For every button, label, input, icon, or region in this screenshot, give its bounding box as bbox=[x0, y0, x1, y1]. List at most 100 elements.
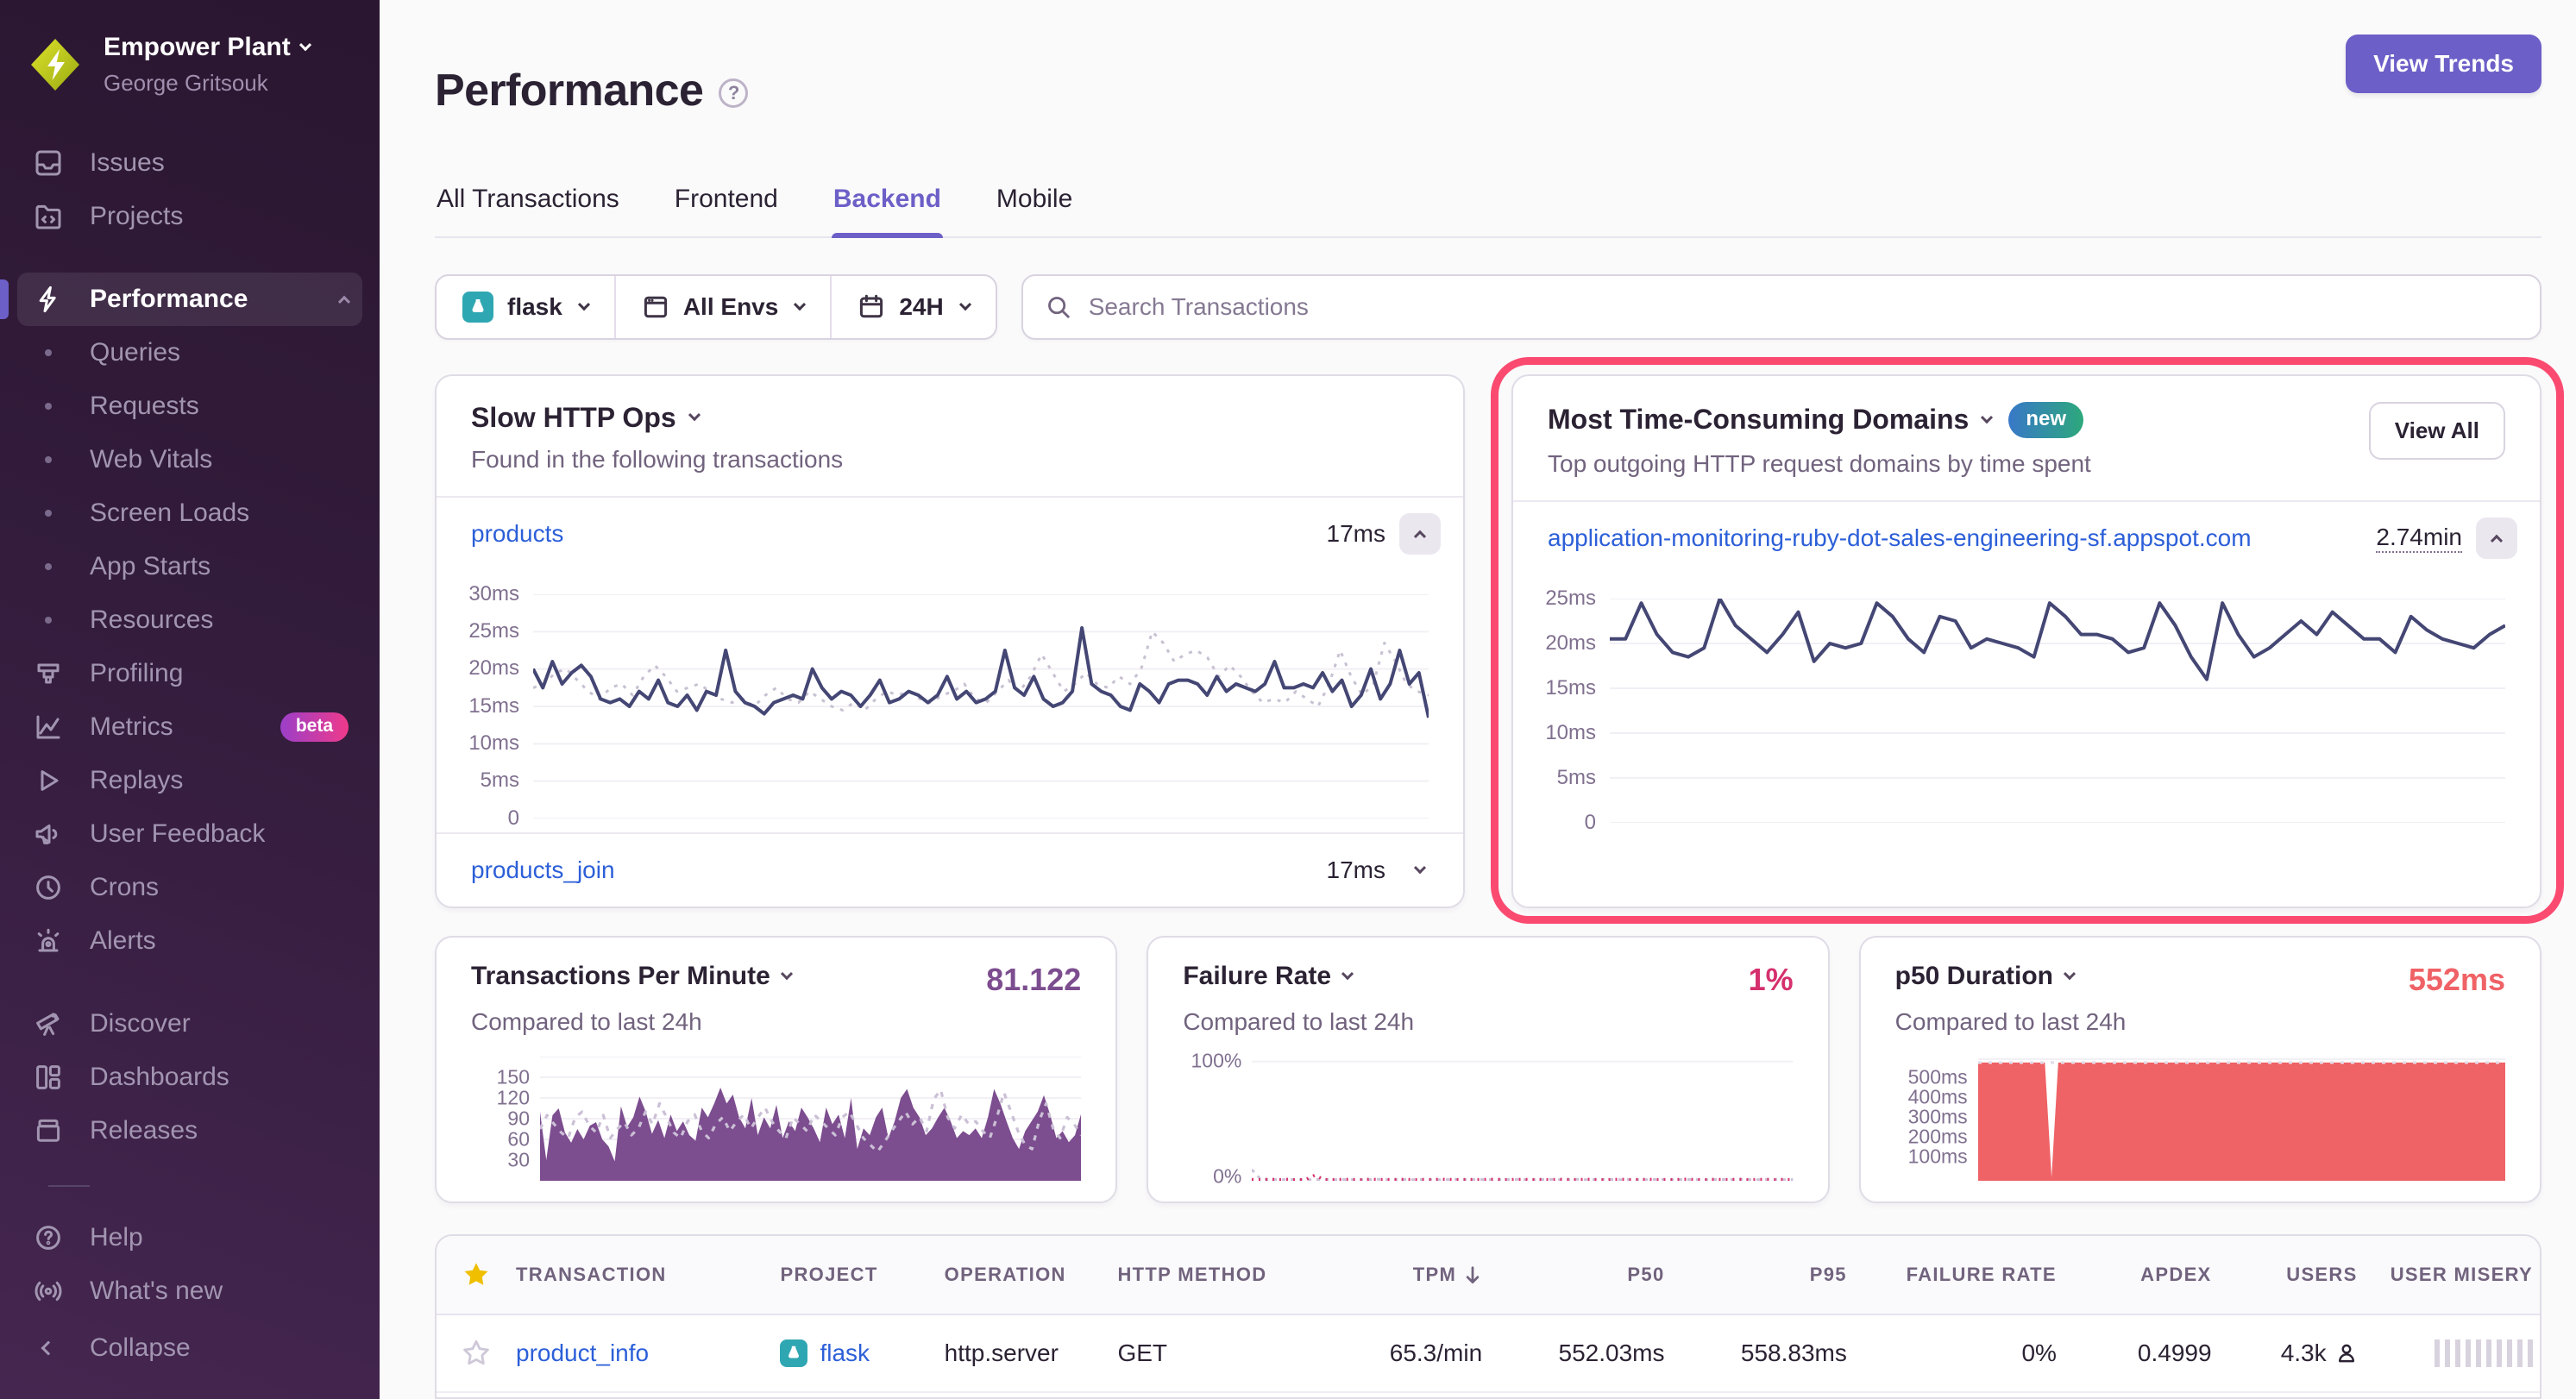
sidebar-item-issues[interactable]: Issues bbox=[17, 136, 362, 190]
products-join-link[interactable]: products_join bbox=[471, 856, 1306, 884]
performance-lightning-icon bbox=[31, 282, 66, 317]
empower-plant-logo bbox=[24, 34, 86, 96]
sidebar-item-resources[interactable]: Resources bbox=[17, 593, 362, 647]
sidebar-item-app-starts[interactable]: App Starts bbox=[17, 540, 362, 593]
column-failure-rate[interactable]: Failure Rate bbox=[1847, 1264, 2057, 1286]
column-p95[interactable]: P95 bbox=[1665, 1264, 1847, 1286]
collapse-row-button[interactable] bbox=[2476, 518, 2517, 559]
replays-play-icon bbox=[31, 763, 66, 798]
tab-frontend[interactable]: Frontend bbox=[673, 174, 780, 236]
sidebar-item-metrics[interactable]: Metrics beta bbox=[17, 700, 362, 754]
transaction-link[interactable]: product_info bbox=[516, 1339, 649, 1367]
sidebar-item-projects[interactable]: Projects bbox=[17, 190, 362, 243]
starred-column-icon[interactable] bbox=[437, 1260, 516, 1289]
org-name: Empower Plant bbox=[104, 31, 310, 64]
sidebar-item-whats-new[interactable]: What's new bbox=[17, 1264, 362, 1318]
org-switcher[interactable]: Empower Plant George Gritsouk bbox=[0, 24, 380, 109]
sidebar-item-crons[interactable]: Crons bbox=[17, 861, 362, 914]
sidebar-item-web-vitals[interactable]: Web Vitals bbox=[17, 433, 362, 486]
help-icon[interactable] bbox=[719, 78, 748, 108]
chevron-down-icon bbox=[781, 968, 793, 980]
domain-row: application-monitoring-ruby-dot-sales-en… bbox=[1513, 502, 2540, 574]
column-p50[interactable]: P50 bbox=[1482, 1264, 1664, 1286]
view-trends-button[interactable]: View Trends bbox=[2346, 35, 2541, 93]
calendar-icon bbox=[858, 293, 885, 321]
sidebar-item-label: Discover bbox=[90, 1009, 191, 1038]
sidebar-item-dashboards[interactable]: Dashboards bbox=[17, 1051, 362, 1104]
p50-cell: 552.03ms bbox=[1482, 1339, 1664, 1367]
collapse-row-button[interactable] bbox=[1399, 513, 1441, 555]
sidebar-item-label: Web Vitals bbox=[90, 445, 212, 474]
sidebar-item-profiling[interactable]: Profiling bbox=[17, 647, 362, 700]
transaction-row-products-join: products_join 17ms bbox=[437, 834, 1463, 907]
project-filter-value: flask bbox=[507, 293, 562, 321]
sidebar-item-label: Performance bbox=[90, 285, 248, 314]
transaction-row-products: products 17ms bbox=[437, 498, 1463, 570]
column-http-method[interactable]: HTTP Method bbox=[1117, 1264, 1309, 1286]
column-transaction[interactable]: Transaction bbox=[516, 1264, 780, 1286]
project-filter[interactable]: flask bbox=[437, 276, 614, 338]
bullet-icon bbox=[31, 349, 66, 356]
column-tpm[interactable]: TPM bbox=[1309, 1264, 1482, 1286]
products-link[interactable]: products bbox=[471, 520, 1306, 548]
tab-all-transactions[interactable]: All Transactions bbox=[435, 174, 621, 236]
help-circle-icon bbox=[31, 1220, 66, 1255]
chevron-down-icon bbox=[959, 298, 971, 311]
projects-icon bbox=[31, 199, 66, 234]
failure-rate-card: Failure Rate 1% Compared to last 24h 100… bbox=[1147, 936, 1829, 1203]
failure-rate-subtitle: Compared to last 24h bbox=[1183, 1008, 1793, 1036]
most-time-consuming-domains-panel: Most Time-Consuming Domains new Top outg… bbox=[1511, 374, 2541, 908]
sidebar-item-user-feedback[interactable]: User Feedback bbox=[17, 807, 362, 861]
y-axis: 100%0% bbox=[1183, 1057, 1252, 1181]
bullet-icon bbox=[31, 403, 66, 410]
org-user: George Gritsouk bbox=[104, 70, 268, 96]
domain-link[interactable]: application-monitoring-ruby-dot-sales-en… bbox=[1548, 524, 2355, 552]
sidebar-item-requests[interactable]: Requests bbox=[17, 380, 362, 433]
tab-mobile[interactable]: Mobile bbox=[995, 174, 1074, 236]
column-users[interactable]: Users bbox=[2212, 1264, 2358, 1286]
tpm-chart: 150120906030 bbox=[471, 1057, 1081, 1181]
bullet-icon bbox=[31, 510, 66, 517]
sidebar-item-label: Screen Loads bbox=[90, 499, 249, 528]
search-input[interactable] bbox=[1085, 292, 2517, 323]
search-transactions-box bbox=[1021, 274, 2541, 340]
active-accent-bar bbox=[0, 279, 9, 319]
view-all-button[interactable]: View All bbox=[2369, 402, 2505, 460]
star-toggle[interactable] bbox=[437, 1339, 516, 1368]
user-misery-bars bbox=[2435, 1339, 2533, 1367]
metrics-icon bbox=[31, 710, 66, 744]
sidebar-collapse-button[interactable]: Collapse bbox=[17, 1321, 362, 1375]
sidebar-item-queries[interactable]: Queries bbox=[17, 326, 362, 380]
table-header-row: Transaction Project Operation HTTP Metho… bbox=[437, 1236, 2540, 1315]
sidebar-item-performance[interactable]: Performance bbox=[17, 273, 362, 326]
failure-rate-title[interactable]: Failure Rate bbox=[1183, 962, 1352, 991]
column-operation[interactable]: Operation bbox=[945, 1264, 1118, 1286]
environment-filter[interactable]: All Envs bbox=[614, 276, 830, 338]
project-link[interactable]: flask bbox=[780, 1339, 870, 1367]
sidebar-item-label: Metrics bbox=[90, 712, 173, 742]
slow-http-ops-chart: 30ms25ms20ms15ms10ms5ms0 bbox=[437, 570, 1463, 832]
slow-http-ops-title[interactable]: Slow HTTP Ops bbox=[471, 402, 843, 434]
domain-time-spent[interactable]: 2.74min bbox=[2376, 524, 2462, 553]
operation-cell: http.server bbox=[945, 1339, 1118, 1367]
environment-icon bbox=[642, 293, 669, 321]
p50-duration-title[interactable]: p50 Duration bbox=[1895, 962, 2074, 991]
chevron-down-icon bbox=[794, 298, 806, 311]
tab-backend[interactable]: Backend bbox=[832, 174, 943, 236]
domains-title[interactable]: Most Time-Consuming Domains new bbox=[1548, 402, 2091, 438]
sidebar-item-alerts[interactable]: Alerts bbox=[17, 914, 362, 968]
sidebar-item-discover[interactable]: Discover bbox=[17, 997, 362, 1051]
y-axis: 500ms400ms300ms200ms100ms bbox=[1895, 1057, 1978, 1181]
date-range-filter[interactable]: 24H bbox=[830, 276, 995, 338]
sidebar-item-screen-loads[interactable]: Screen Loads bbox=[17, 486, 362, 540]
search-icon bbox=[1046, 294, 1071, 320]
column-user-misery[interactable]: User Misery bbox=[2358, 1264, 2540, 1286]
expand-row-button[interactable] bbox=[1399, 850, 1441, 891]
column-project[interactable]: Project bbox=[780, 1264, 944, 1286]
sidebar-item-help[interactable]: Help bbox=[17, 1211, 362, 1264]
sidebar-item-label: What's new bbox=[90, 1277, 223, 1306]
sidebar-item-replays[interactable]: Replays bbox=[17, 754, 362, 807]
column-apdex[interactable]: Apdex bbox=[2057, 1264, 2212, 1286]
sidebar-item-releases[interactable]: Releases bbox=[17, 1104, 362, 1157]
tpm-title[interactable]: Transactions Per Minute bbox=[471, 962, 791, 991]
